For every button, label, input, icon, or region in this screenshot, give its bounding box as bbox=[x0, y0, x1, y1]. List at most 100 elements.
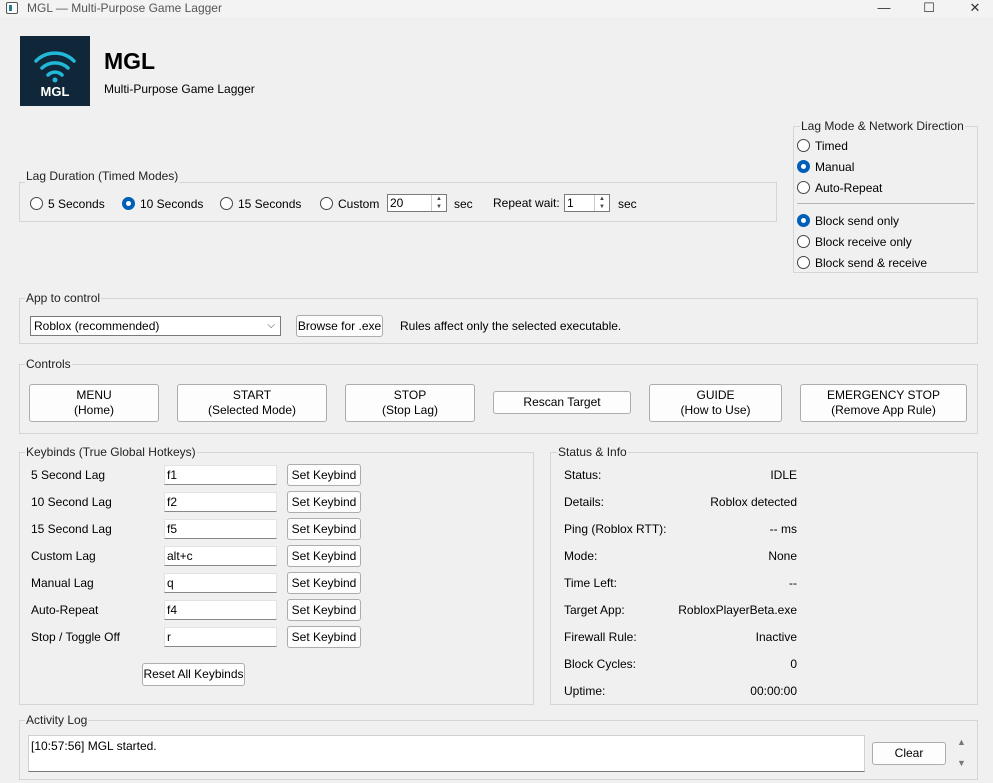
radio-block-send[interactable] bbox=[797, 214, 810, 227]
set-keybind-button[interactable]: Set Keybind bbox=[287, 491, 361, 513]
app-control-note: Rules affect only the selected executabl… bbox=[400, 319, 622, 333]
status-value: -- ms bbox=[769, 522, 797, 536]
radio-mode-auto-repeat-label: Auto-Repeat bbox=[815, 181, 883, 195]
keybind-input[interactable]: r bbox=[164, 627, 277, 647]
logo-text: MGL bbox=[41, 84, 70, 99]
radio-block-receive[interactable] bbox=[797, 235, 810, 248]
title-bar: MGL — Multi-Purpose Game Lagger — ☐ ✕ bbox=[0, 0, 993, 17]
status-label: Firewall Rule: bbox=[564, 630, 637, 644]
keybind-label: Custom Lag bbox=[31, 549, 96, 563]
set-keybind-button[interactable]: Set Keybind bbox=[287, 545, 361, 567]
set-keybind-button[interactable]: Set Keybind bbox=[287, 518, 361, 540]
reset-keybinds-button[interactable]: Reset All Keybinds bbox=[142, 663, 245, 686]
repeat-wait-value: 1 bbox=[567, 196, 574, 210]
status-value: -- bbox=[789, 576, 797, 590]
custom-duration-value: 20 bbox=[390, 196, 404, 210]
keybinds-title: Keybinds (True Global Hotkeys) bbox=[25, 445, 197, 459]
radio-block-send-label: Block send only bbox=[815, 214, 900, 228]
minimize-button[interactable]: — bbox=[861, 0, 907, 17]
repeat-wait-spinbox[interactable]: 1 ▲ ▼ bbox=[564, 194, 610, 212]
radio-mode-timed-label: Timed bbox=[815, 139, 848, 153]
status-value: None bbox=[768, 549, 797, 563]
repeat-wait-unit: sec bbox=[618, 197, 637, 211]
spin-arrows-icon[interactable]: ▲ ▼ bbox=[431, 195, 446, 211]
status-title: Status & Info bbox=[557, 445, 628, 459]
app-logo: MGL bbox=[20, 36, 90, 106]
set-keybind-button[interactable]: Set Keybind bbox=[287, 464, 361, 486]
radio-15-seconds[interactable] bbox=[220, 197, 233, 210]
browse-exe-button[interactable]: Browse for .exe bbox=[296, 315, 383, 337]
stop-button-sublabel: (Stop Lag) bbox=[381, 403, 439, 417]
start-button[interactable]: START (Selected Mode) bbox=[177, 384, 327, 422]
set-keybind-button[interactable]: Set Keybind bbox=[287, 572, 361, 594]
status-value: 00:00:00 bbox=[750, 684, 797, 698]
guide-button[interactable]: GUIDE (How to Use) bbox=[649, 384, 782, 422]
keybind-input[interactable]: f1 bbox=[164, 465, 277, 485]
radio-mode-timed[interactable] bbox=[797, 139, 810, 152]
status-label: Target App: bbox=[564, 603, 625, 617]
radio-10-seconds[interactable] bbox=[122, 197, 135, 210]
repeat-wait-label: Repeat wait: bbox=[493, 196, 560, 210]
status-value: RobloxPlayerBeta.exe bbox=[678, 603, 797, 617]
status-value: IDLE bbox=[770, 468, 797, 482]
set-keybind-button[interactable]: Set Keybind bbox=[287, 626, 361, 648]
start-button-sublabel: (Selected Mode) bbox=[207, 403, 297, 417]
guide-button-sublabel: (How to Use) bbox=[680, 403, 751, 417]
clear-log-button[interactable]: Clear bbox=[872, 742, 946, 765]
set-keybind-button[interactable]: Set Keybind bbox=[287, 599, 361, 621]
status-label: Status: bbox=[564, 468, 602, 482]
status-label: Block Cycles: bbox=[564, 657, 637, 671]
keybind-label: Manual Lag bbox=[31, 576, 94, 590]
keybind-input[interactable]: q bbox=[164, 573, 277, 593]
scroll-up-icon[interactable]: ▲ bbox=[957, 737, 966, 747]
menu-button[interactable]: MENU (Home) bbox=[29, 384, 159, 422]
custom-duration-spinbox[interactable]: 20 ▲ ▼ bbox=[387, 194, 447, 212]
guide-button-label: GUIDE bbox=[696, 388, 735, 402]
keybind-input[interactable]: f4 bbox=[164, 600, 277, 620]
close-button[interactable]: ✕ bbox=[952, 0, 993, 17]
radio-mode-manual-label: Manual bbox=[815, 160, 855, 174]
status-label: Ping (Roblox RTT): bbox=[564, 522, 667, 536]
maximize-button[interactable]: ☐ bbox=[906, 0, 952, 17]
status-label: Uptime: bbox=[564, 684, 606, 698]
status-label: Mode: bbox=[564, 549, 598, 563]
controls-title: Controls bbox=[25, 357, 72, 371]
app-control-title: App to control bbox=[25, 291, 102, 305]
start-button-label: START bbox=[232, 388, 272, 402]
emergency-stop-label: EMERGENCY STOP bbox=[827, 388, 940, 402]
keybind-input[interactable]: f2 bbox=[164, 492, 277, 512]
app-icon bbox=[6, 2, 18, 14]
status-value: Roblox detected bbox=[710, 495, 797, 509]
mode-separator bbox=[797, 203, 975, 204]
radio-10-seconds-label: 10 Seconds bbox=[140, 197, 204, 211]
rescan-target-button[interactable]: Rescan Target bbox=[493, 391, 631, 414]
radio-15-seconds-label: 15 Seconds bbox=[238, 197, 302, 211]
wifi-icon: MGL bbox=[34, 51, 76, 99]
keybind-label: Stop / Toggle Off bbox=[31, 630, 120, 644]
scroll-down-icon[interactable]: ▼ bbox=[957, 758, 966, 768]
emergency-stop-sublabel: (Remove App Rule) bbox=[831, 403, 936, 417]
radio-block-both[interactable] bbox=[797, 256, 810, 269]
app-select-value: Roblox (recommended) bbox=[34, 319, 160, 333]
stop-button[interactable]: STOP (Stop Lag) bbox=[345, 384, 475, 422]
radio-mode-manual[interactable] bbox=[797, 160, 810, 173]
radio-mode-auto-repeat[interactable] bbox=[797, 181, 810, 194]
app-name: MGL bbox=[104, 48, 156, 74]
status-label: Time Left: bbox=[564, 576, 617, 590]
status-value: 0 bbox=[790, 657, 797, 671]
radio-5-seconds-label: 5 Seconds bbox=[48, 197, 105, 211]
keybind-label: 15 Second Lag bbox=[31, 522, 112, 536]
app-select[interactable]: Roblox (recommended) ⌵ bbox=[30, 316, 281, 336]
keybind-input[interactable]: alt+c bbox=[164, 546, 277, 566]
activity-log-title: Activity Log bbox=[25, 713, 89, 727]
keybind-label: 5 Second Lag bbox=[31, 468, 106, 482]
radio-5-seconds[interactable] bbox=[30, 197, 43, 210]
radio-block-receive-label: Block receive only bbox=[815, 235, 912, 249]
status-value: Inactive bbox=[755, 630, 797, 644]
radio-custom[interactable] bbox=[320, 197, 333, 210]
activity-log-box[interactable]: [10:57:56] MGL started. bbox=[28, 735, 865, 772]
keybind-input[interactable]: f5 bbox=[164, 519, 277, 539]
rescan-target-label: Rescan Target bbox=[523, 395, 601, 409]
spin-arrows-icon[interactable]: ▲ ▼ bbox=[594, 195, 609, 211]
emergency-stop-button[interactable]: EMERGENCY STOP (Remove App Rule) bbox=[800, 384, 967, 422]
